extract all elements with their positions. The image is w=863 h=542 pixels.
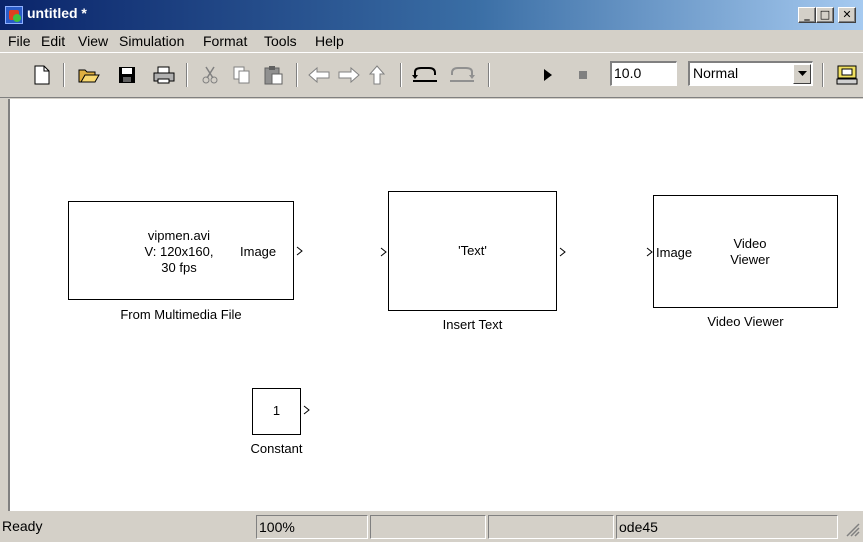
constant-value: 1 [272, 403, 281, 418]
print-icon[interactable] [151, 63, 177, 87]
output-port-icon[interactable] [296, 246, 304, 256]
menu-edit[interactable]: Edit [41, 33, 65, 49]
block-filename: vipmen.avi [147, 228, 211, 243]
insert-text-label[interactable]: Insert Text [388, 317, 557, 332]
menu-file[interactable]: File [8, 33, 31, 49]
simulink-app-icon[interactable] [5, 6, 23, 24]
model-canvas[interactable]: vipmen.avi V: 120x160, 30 fps Image From… [8, 99, 863, 511]
constant-label[interactable]: Constant [236, 441, 317, 456]
copy-icon[interactable] [230, 63, 254, 87]
block-video-size: V: 120x160, [144, 244, 214, 259]
block-fps: 30 fps [161, 260, 197, 275]
cut-icon[interactable] [198, 63, 222, 87]
status-empty-cell [370, 515, 486, 539]
resize-grip-icon[interactable] [844, 521, 860, 537]
solver-name: ode45 [616, 515, 838, 539]
forward-icon[interactable] [336, 63, 362, 87]
video-viewer-line2: Viewer [730, 252, 770, 267]
toolbar-separator [296, 63, 298, 87]
menu-simulation[interactable]: Simulation [119, 33, 184, 49]
toolbar-separator [400, 63, 402, 87]
redo-icon[interactable] [446, 63, 478, 87]
video-viewer-line1: Video [733, 236, 767, 251]
input-port-icon[interactable] [380, 247, 388, 257]
toolbar-separator [822, 63, 824, 87]
menu-view[interactable]: View [78, 33, 108, 49]
open-icon[interactable] [76, 63, 102, 87]
simulation-mode-select[interactable]: Normal [688, 61, 813, 86]
menu-tools[interactable]: Tools [264, 33, 297, 49]
insert-text-content: 'Text' [458, 243, 487, 258]
constant-block[interactable]: 1 [252, 388, 301, 435]
menu-bar: File Edit View Simulation Format Tools H… [0, 30, 863, 52]
back-icon[interactable] [306, 63, 332, 87]
maximize-button[interactable]: □ [816, 7, 834, 23]
from-multimedia-file-label[interactable]: From Multimedia File [70, 307, 292, 322]
window-title: untitled * [27, 5, 87, 21]
build-icon[interactable] [834, 63, 860, 87]
run-icon[interactable] [540, 63, 556, 87]
simulation-mode-value: Normal [693, 65, 739, 81]
output-port-icon[interactable] [559, 247, 567, 257]
video-viewer-label[interactable]: Video Viewer [653, 314, 838, 329]
stop-time-input[interactable]: 10.0 [610, 61, 677, 86]
toolbar-separator [186, 63, 188, 87]
status-bar: Ready 100% ode45 [0, 513, 863, 542]
chevron-down-icon[interactable] [793, 64, 811, 84]
insert-text-block[interactable]: 'Text' [388, 191, 557, 311]
title-bar: untitled * _ □ ✕ [0, 0, 863, 30]
output-port-icon[interactable] [303, 405, 311, 415]
port-label-image: Image [656, 245, 693, 260]
up-icon[interactable] [365, 63, 389, 87]
close-button[interactable]: ✕ [838, 7, 856, 23]
toolbar-separator [63, 63, 65, 87]
menu-help[interactable]: Help [315, 33, 344, 49]
toolbar-separator [488, 63, 490, 87]
video-viewer-block[interactable]: Image Video Viewer [653, 195, 838, 308]
paste-icon[interactable] [261, 63, 287, 87]
undo-icon[interactable] [409, 63, 441, 87]
port-label-image: Image [240, 244, 277, 259]
stop-icon[interactable] [575, 63, 591, 87]
status-text: Ready [2, 518, 43, 534]
minimize-button[interactable]: _ [798, 7, 816, 23]
zoom-level: 100% [256, 515, 368, 539]
menu-format[interactable]: Format [203, 33, 247, 49]
from-multimedia-file-block[interactable]: vipmen.avi V: 120x160, 30 fps Image [68, 201, 294, 300]
new-icon[interactable] [30, 63, 54, 87]
status-empty-cell [488, 515, 614, 539]
save-icon[interactable] [115, 63, 139, 87]
